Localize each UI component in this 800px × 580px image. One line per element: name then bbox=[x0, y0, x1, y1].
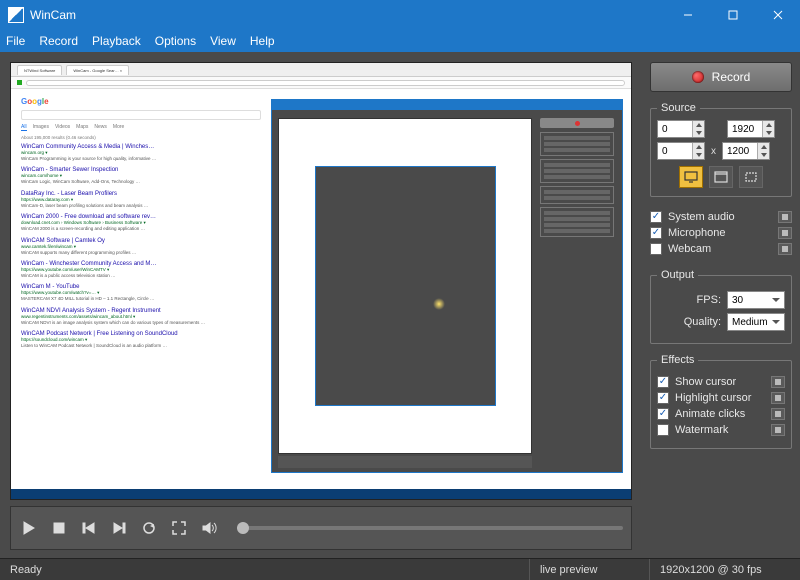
microphone-checkbox[interactable] bbox=[650, 227, 662, 239]
source-mode-fullscreen[interactable] bbox=[679, 166, 703, 188]
source-x2[interactable]: 1920 bbox=[727, 120, 775, 138]
highlight-cursor-label: Highlight cursor bbox=[675, 392, 765, 404]
output-group: Output FPS: 30 Quality: Medium bbox=[650, 269, 792, 344]
input-devices: System audio Microphone Webcam bbox=[650, 207, 792, 259]
fullscreen-button[interactable] bbox=[169, 518, 189, 538]
status-mode: live preview bbox=[530, 559, 650, 580]
quality-select[interactable]: Medium bbox=[727, 313, 785, 331]
watermark-options[interactable] bbox=[771, 424, 785, 436]
transport-bar bbox=[10, 506, 632, 550]
webcam-options[interactable] bbox=[778, 243, 792, 255]
close-button[interactable] bbox=[755, 0, 800, 30]
animate-clicks-options[interactable] bbox=[771, 408, 785, 420]
source-y2[interactable]: 1200 bbox=[722, 142, 770, 160]
record-label: Record bbox=[712, 70, 751, 84]
side-panel: Record Source 0 1920 0 x 1200 bbox=[642, 52, 800, 558]
quality-label: Quality: bbox=[684, 316, 721, 328]
menu-record[interactable]: Record bbox=[39, 34, 78, 48]
x-separator: x bbox=[709, 146, 718, 157]
status-bar: Ready live preview 1920x1200 @ 30 fps bbox=[0, 558, 800, 580]
title-bar: WinCam bbox=[0, 0, 800, 30]
preview-content: NTWind Software WinCam - Google Sear… × … bbox=[11, 63, 631, 499]
minimize-button[interactable] bbox=[665, 0, 710, 30]
effects-legend: Effects bbox=[657, 354, 698, 366]
preview-area[interactable]: NTWind Software WinCam - Google Sear… × … bbox=[10, 62, 632, 500]
prev-frame-button[interactable] bbox=[79, 518, 99, 538]
next-frame-button[interactable] bbox=[109, 518, 129, 538]
nested-preview bbox=[271, 99, 623, 473]
window-title: WinCam bbox=[30, 8, 76, 22]
watermark-label: Watermark bbox=[675, 424, 765, 436]
system-audio-options[interactable] bbox=[778, 211, 792, 223]
show-cursor-options[interactable] bbox=[771, 376, 785, 388]
source-legend: Source bbox=[657, 102, 700, 114]
menu-playback[interactable]: Playback bbox=[92, 34, 141, 48]
app-icon bbox=[8, 7, 24, 23]
fps-label: FPS: bbox=[697, 294, 721, 306]
menu-help[interactable]: Help bbox=[250, 34, 275, 48]
show-cursor-label: Show cursor bbox=[675, 376, 765, 388]
webcam-label: Webcam bbox=[668, 243, 772, 255]
system-audio-checkbox[interactable] bbox=[650, 211, 662, 223]
status-dimensions: 1920x1200 @ 30 fps bbox=[650, 559, 800, 580]
stop-button[interactable] bbox=[49, 518, 69, 538]
highlight-cursor-checkbox[interactable] bbox=[657, 392, 669, 404]
source-mode-window[interactable] bbox=[709, 166, 733, 188]
menu-options[interactable]: Options bbox=[155, 34, 196, 48]
source-y1[interactable]: 0 bbox=[657, 142, 705, 160]
webcam-checkbox[interactable] bbox=[650, 243, 662, 255]
loop-button[interactable] bbox=[139, 518, 159, 538]
record-icon bbox=[692, 71, 704, 83]
cursor-highlight bbox=[433, 298, 445, 310]
maximize-button[interactable] bbox=[710, 0, 755, 30]
play-button[interactable] bbox=[19, 518, 39, 538]
fps-select[interactable]: 30 bbox=[727, 291, 785, 309]
watermark-checkbox[interactable] bbox=[657, 424, 669, 436]
animate-clicks-label: Animate clicks bbox=[675, 408, 765, 420]
status-ready: Ready bbox=[0, 559, 530, 580]
menu-file[interactable]: File bbox=[6, 34, 25, 48]
menu-view[interactable]: View bbox=[210, 34, 236, 48]
output-legend: Output bbox=[657, 269, 698, 281]
animate-clicks-checkbox[interactable] bbox=[657, 408, 669, 420]
microphone-options[interactable] bbox=[778, 227, 792, 239]
show-cursor-checkbox[interactable] bbox=[657, 376, 669, 388]
source-mode-region[interactable] bbox=[739, 166, 763, 188]
source-x1[interactable]: 0 bbox=[657, 120, 705, 138]
menu-bar: File Record Playback Options View Help bbox=[0, 30, 800, 52]
record-button[interactable]: Record bbox=[650, 62, 792, 92]
microphone-label: Microphone bbox=[668, 227, 772, 239]
effects-group: Effects Show cursor Highlight cursor Ani… bbox=[650, 354, 792, 449]
source-group: Source 0 1920 0 x 1200 bbox=[650, 102, 792, 197]
highlight-cursor-options[interactable] bbox=[771, 392, 785, 404]
system-audio-label: System audio bbox=[668, 211, 772, 223]
volume-button[interactable] bbox=[199, 518, 219, 538]
seek-slider[interactable] bbox=[237, 526, 623, 530]
